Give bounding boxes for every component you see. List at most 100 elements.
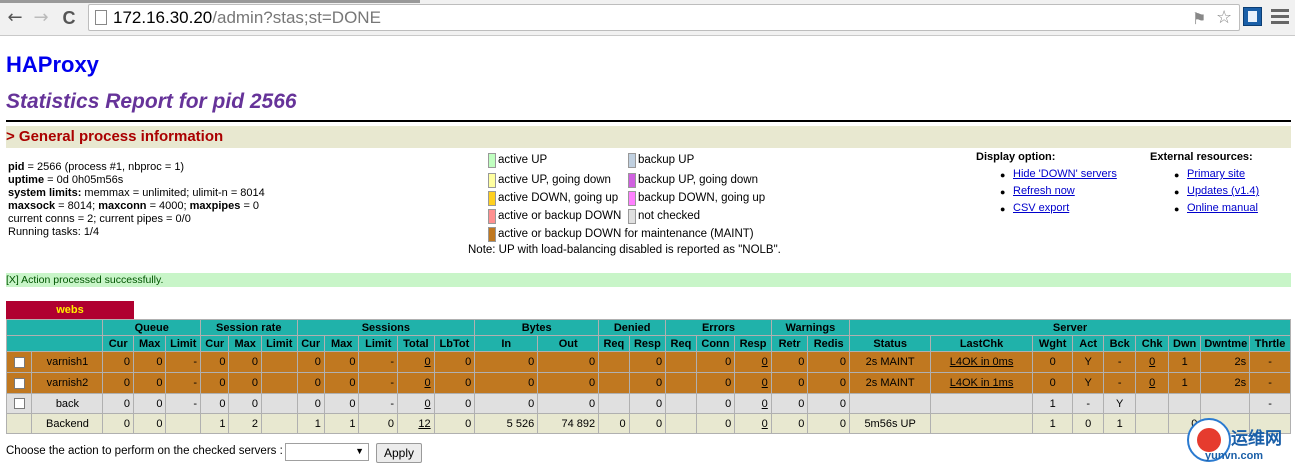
server-checkbox[interactable] <box>13 398 25 410</box>
cell: 1 <box>1167 351 1202 373</box>
cell: 0 <box>628 413 667 434</box>
cell: 0 <box>770 413 809 434</box>
url-host: 172.16.30.20 <box>113 8 213 27</box>
col-header: Req <box>598 335 630 352</box>
status-cell: 2s MAINT <box>848 372 932 394</box>
server-name: varnish1 <box>31 351 104 373</box>
table-column-header-row: Cur Max Limit Cur Max Limit Cur Max Limi… <box>5 335 1291 352</box>
cell: 0 <box>1072 413 1104 434</box>
csv-export-link[interactable]: CSV export <box>1013 202 1069 214</box>
lastchk-cell <box>930 413 1033 434</box>
external-resources: External resources: <box>1150 151 1253 163</box>
cell <box>260 372 298 394</box>
cell: 0 <box>433 372 476 394</box>
url-text[interactable]: 172.16.30.20/admin?stas;st=DONE <box>113 8 381 28</box>
cell: 0 <box>433 413 476 434</box>
header-denied: Denied <box>598 319 667 336</box>
legend-swatch <box>488 191 496 206</box>
table-row: back 0 0 - 0 0 0 0 - 0 0 0 0 0 0 0 0 0 1… <box>5 393 1291 414</box>
extension-icon[interactable] <box>1243 7 1262 26</box>
legend-note: Note: UP with load-balancing disabled is… <box>468 244 781 256</box>
page-subtitle: Statistics Report for pid 2566 <box>6 90 297 113</box>
bookmark-star-icon[interactable]: ☆ <box>1216 7 1232 28</box>
proxy-name-tab[interactable]: webs <box>6 301 134 319</box>
cell[interactable]: 0 <box>734 393 772 414</box>
cell: 0 <box>770 393 809 414</box>
col-header: Limit <box>165 335 202 352</box>
updates-link[interactable]: Updates (v1.4) <box>1187 185 1259 197</box>
cell[interactable]: 0 <box>397 351 435 373</box>
pid-line: pid = 2566 (process #1, nbproc = 1) <box>8 161 185 173</box>
col-header: Limit <box>358 335 399 352</box>
reload-icon[interactable]: C <box>58 7 80 29</box>
cell[interactable]: 12 <box>397 413 435 434</box>
cell: Y <box>1072 351 1104 373</box>
cell: - <box>1249 372 1291 394</box>
cell: 0 <box>695 413 736 434</box>
cell[interactable]: 0 <box>1135 372 1169 394</box>
header-queue: Queue <box>102 319 202 336</box>
col-header: Bck <box>1102 335 1137 352</box>
refresh-now-link[interactable]: Refresh now <box>1013 185 1075 197</box>
col-header: Wght <box>1031 335 1074 352</box>
lastchk-cell[interactable]: L4OK in 1ms <box>930 372 1033 394</box>
lastchk-cell <box>930 393 1033 414</box>
cell: 5 526 <box>474 413 539 434</box>
cell[interactable]: 0 <box>734 413 772 434</box>
apply-button[interactable]: Apply <box>376 443 422 463</box>
forward-arrow-icon[interactable]: → <box>30 7 52 29</box>
cell: 0 <box>695 351 736 373</box>
cell[interactable]: 0 <box>734 351 772 373</box>
cell: 0 <box>228 351 262 373</box>
col-header: Conn <box>695 335 736 352</box>
cell: 0 <box>628 351 667 373</box>
action-select[interactable]: ▼ <box>285 443 369 461</box>
cell[interactable]: 0 <box>734 372 772 394</box>
cell: 0 <box>537 372 600 394</box>
cell: 0 <box>296 351 325 373</box>
display-options-heading: Display option: <box>976 151 1056 163</box>
col-header: Act <box>1072 335 1104 352</box>
status-cell: 2s MAINT <box>848 351 932 373</box>
legend-swatch <box>628 191 636 206</box>
cell: 0 <box>537 351 600 373</box>
cell: 0 <box>807 413 850 434</box>
col-header: Resp <box>734 335 772 352</box>
chevron-down-icon: ▼ <box>355 446 364 456</box>
col-header: Max <box>228 335 262 352</box>
cell[interactable]: 0 <box>1135 351 1169 373</box>
col-header: Cur <box>296 335 325 352</box>
cell: 0 <box>474 351 539 373</box>
lastchk-cell[interactable]: L4OK in 0ms <box>930 351 1033 373</box>
cell: 0 <box>807 372 850 394</box>
process-info: pid = 2566 (process #1, nbproc = 1) upti… <box>8 161 265 239</box>
translate-icon[interactable]: ⚑ <box>1192 9 1206 28</box>
col-header: Dwn <box>1167 335 1202 352</box>
menu-icon[interactable] <box>1271 7 1289 27</box>
cell[interactable]: 0 <box>397 372 435 394</box>
primary-site-link[interactable]: Primary site <box>1187 168 1245 180</box>
cell <box>1167 393 1202 414</box>
cell <box>260 413 298 434</box>
cell[interactable]: 0 <box>397 393 435 414</box>
cell: - <box>1249 351 1291 373</box>
online-manual-link[interactable]: Online manual <box>1187 202 1258 214</box>
address-bar[interactable]: 172.16.30.20/admin?stas;st=DONE ⚑ ☆ <box>88 4 1240 31</box>
server-checkbox[interactable] <box>13 377 25 389</box>
cell: 0 <box>228 372 262 394</box>
cell: 0 <box>695 372 736 394</box>
server-checkbox[interactable] <box>13 356 25 368</box>
back-arrow-icon[interactable]: ← <box>4 7 26 29</box>
url-path: /admin?stas;st=DONE <box>212 8 381 27</box>
cell: 1 <box>1031 393 1074 414</box>
cell: 74 892 <box>537 413 600 434</box>
hide-down-servers-link[interactable]: Hide 'DOWN' servers <box>1013 168 1117 180</box>
cell: 0 <box>537 393 600 414</box>
server-name: Backend <box>31 413 104 434</box>
cell: - <box>165 372 202 394</box>
cell: 0 <box>296 372 325 394</box>
cell: 0 <box>598 413 630 434</box>
table-group-header-row: Queue Session rate Sessions Bytes Denied… <box>5 319 1291 336</box>
col-header: Out <box>537 335 600 352</box>
watermark-domain: yunvn.com <box>1205 450 1264 462</box>
